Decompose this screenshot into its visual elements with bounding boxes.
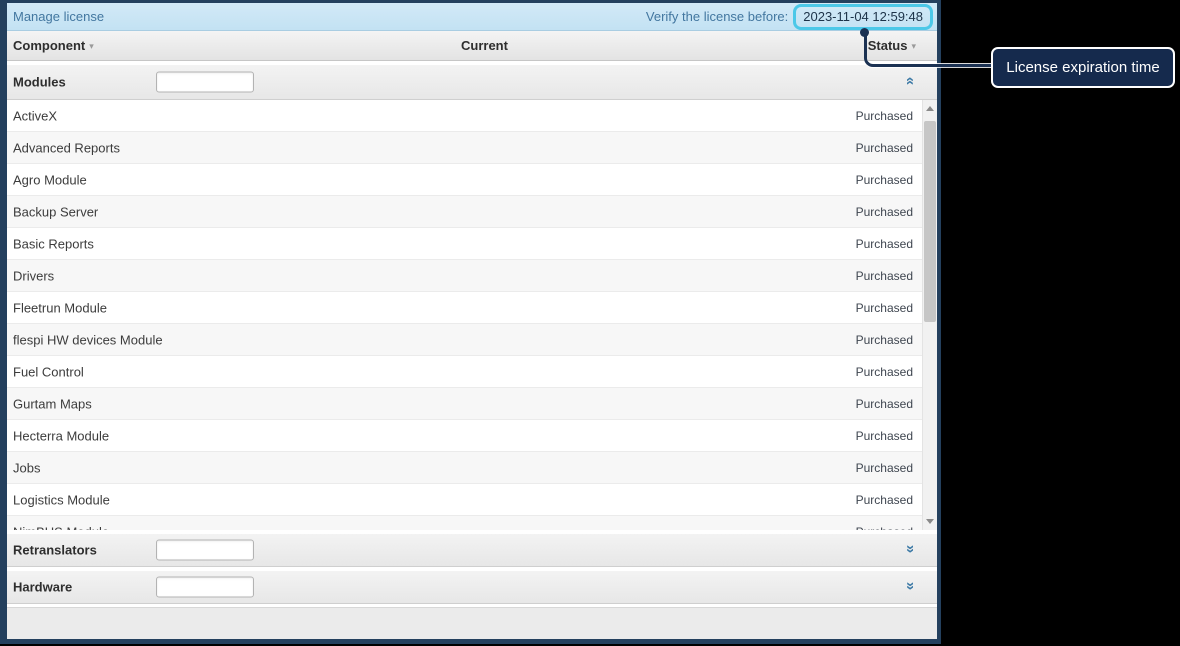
group-row-hardware: Hardware « [7, 570, 937, 604]
table-row: Hecterra Module Purchased [7, 420, 922, 452]
component-name: Agro Module [13, 172, 87, 187]
component-name: Fuel Control [13, 364, 84, 379]
column-header-component[interactable]: Component ▾ [13, 38, 94, 53]
scroll-up-button[interactable] [923, 100, 937, 116]
component-name: Advanced Reports [13, 140, 120, 155]
group-label-hardware: Hardware [13, 579, 73, 595]
component-name: NimBUS Module [13, 524, 109, 530]
component-name: flespi HW devices Module [13, 332, 163, 347]
status-value: Purchased [855, 140, 913, 155]
status-value: Purchased [855, 268, 913, 283]
component-header-label: Component [13, 38, 86, 53]
status-value: Purchased [855, 108, 913, 123]
table-row: Drivers Purchased [7, 260, 922, 292]
status-value: Purchased [855, 332, 913, 347]
status-value: Purchased [856, 525, 913, 531]
group-label-modules: Modules [13, 74, 66, 90]
scroll-down-button[interactable] [923, 514, 937, 530]
table-row: NimBUS Module Purchased [7, 516, 922, 530]
sort-arrow-icon: ▾ [89, 41, 94, 51]
table-row: Logistics Module Purchased [7, 484, 922, 516]
manage-license-dialog: Manage license Verify the license before… [0, 0, 941, 644]
dialog-titlebar: Manage license Verify the license before… [7, 3, 937, 31]
retranslators-filter-input[interactable] [156, 539, 254, 561]
status-value: Purchased [855, 204, 913, 219]
component-name: Drivers [13, 268, 55, 283]
expand-chevron-icon[interactable]: « [901, 542, 918, 556]
module-rows: ActiveX Purchased Advanced Reports Purchase… [7, 100, 922, 530]
license-expiration-date: 2023-11-04 12:59:48 [793, 3, 933, 30]
component-name: Backup Server [13, 204, 99, 219]
group-row-retranslators: Retranslators « [7, 533, 937, 567]
component-name: Jobs [13, 460, 41, 475]
status-value: Purchased [855, 364, 913, 379]
annotation-callout: License expiration time [991, 47, 1175, 88]
table-row: Advanced Reports Purchased [7, 132, 922, 164]
annotation-label: License expiration time [1006, 59, 1160, 76]
component-name: Logistics Module [13, 492, 110, 507]
collapse-chevron-icon[interactable]: « [902, 74, 919, 88]
component-name: Gurtam Maps [13, 396, 92, 411]
vertical-scrollbar[interactable] [922, 100, 937, 530]
table-row: ActiveX Purchased [7, 100, 922, 132]
dialog-title: Manage license [13, 9, 105, 24]
table-row: Backup Server Purchased [7, 196, 922, 228]
status-value: Purchased [855, 396, 913, 411]
expand-chevron-icon[interactable]: « [901, 579, 918, 593]
status-value: Purchased [855, 236, 913, 251]
component-name: Fleetrun Module [13, 300, 107, 315]
annotation-leader-line [864, 34, 992, 67]
current-header-label: Current [461, 38, 508, 53]
status-value: Purchased [855, 428, 913, 443]
table-row: Gurtam Maps Purchased [7, 388, 922, 420]
scrollbar-thumb[interactable] [924, 121, 936, 322]
table-row: Fleetrun Module Purchased [7, 292, 922, 324]
component-name: Hecterra Module [13, 428, 110, 443]
group-row-modules: Modules « [7, 64, 937, 100]
table-header-row: Component ▾ Current Status ▾ [7, 31, 937, 61]
table-row: Jobs Purchased [7, 452, 922, 484]
group-label-retranslators: Retranslators [13, 542, 97, 558]
modules-filter-input[interactable] [156, 71, 254, 93]
status-value: Purchased [855, 460, 913, 475]
table-row: Agro Module Purchased [7, 164, 922, 196]
component-name: Basic Reports [13, 236, 94, 251]
table-row: flespi HW devices Module Purchased [7, 324, 922, 356]
column-header-current: Current [461, 38, 508, 53]
table-row: Fuel Control Purchased [7, 356, 922, 388]
status-value: Purchased [855, 172, 913, 187]
component-name: ActiveX [13, 108, 58, 123]
modules-scroll-area: ActiveX Purchased Advanced Reports Purchase… [7, 100, 937, 530]
annotation-anchor-dot [860, 28, 869, 37]
status-value: Purchased [855, 300, 913, 315]
table-row: Basic Reports Purchased [7, 228, 922, 260]
status-value: Purchased [855, 492, 913, 507]
hardware-filter-input[interactable] [156, 576, 254, 598]
dialog-footer [7, 607, 937, 639]
verify-before-label: Verify the license before: [645, 9, 789, 24]
